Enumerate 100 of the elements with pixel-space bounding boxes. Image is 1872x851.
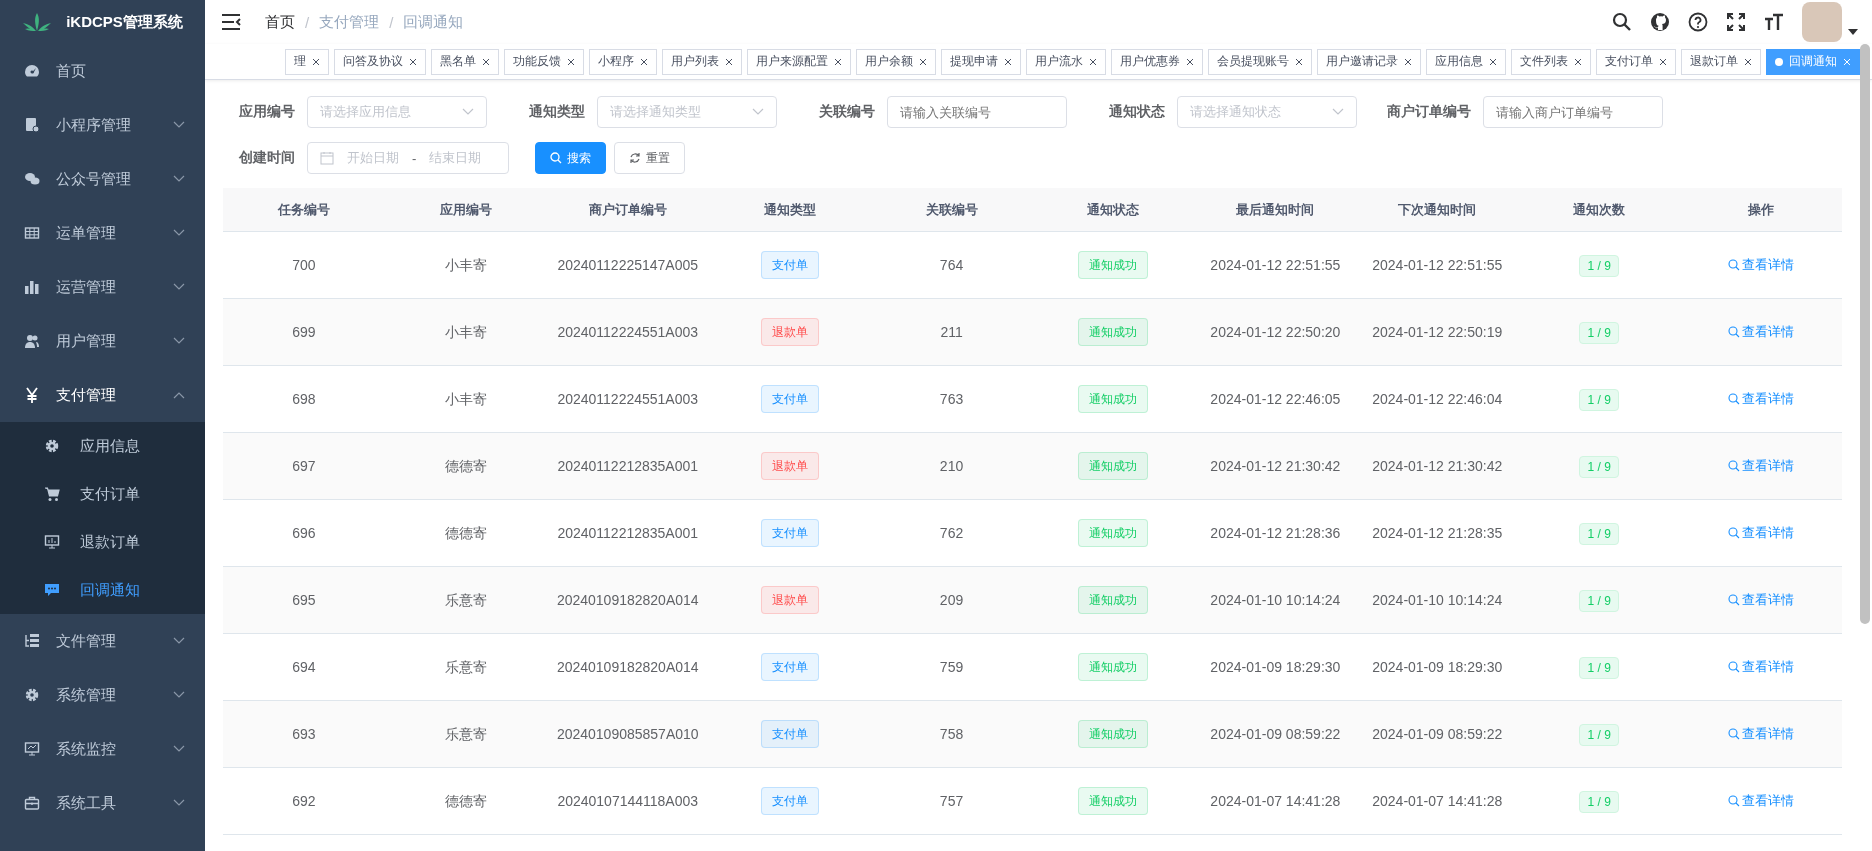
chevron-up-icon	[173, 391, 185, 399]
tree-list-icon	[24, 633, 40, 649]
sidebar-item[interactable]: 系统工具	[0, 776, 205, 830]
tab[interactable]: 提现申请	[941, 48, 1021, 75]
sidebar-item[interactable]: 首页	[0, 44, 205, 98]
table-cell-text: 2024-01-09 18:29:30	[1209, 658, 1342, 677]
type-tag: 退款单	[760, 452, 819, 480]
sidebar-item[interactable]: 运单管理	[0, 206, 205, 260]
status-tag: 通知成功	[1078, 787, 1149, 815]
sidebar-item[interactable]: 小程序管理	[0, 98, 205, 152]
submenu-item[interactable]: 应用信息	[0, 422, 205, 470]
field-label: 通知状态	[1108, 103, 1166, 121]
close-icon	[1404, 57, 1412, 66]
table-cell-text: 692	[291, 792, 317, 811]
tab[interactable]: 用户来源配置	[747, 48, 851, 75]
table-cell-text: 2024-01-09 08:59:22	[1371, 725, 1504, 744]
app-title: iKDCPS管理系统	[66, 12, 183, 32]
table-cell-text: 758	[938, 725, 965, 744]
sidebar-item[interactable]: 用户管理	[0, 314, 205, 368]
date-range-field[interactable]: 开始日期 - 结束日期	[307, 142, 509, 174]
close-icon	[1843, 57, 1851, 66]
close-icon	[1295, 57, 1303, 66]
message-icon	[44, 582, 60, 598]
tab[interactable]: 功能反馈	[504, 48, 584, 75]
sidebar-item[interactable]: 支付管理	[0, 368, 205, 422]
submenu-item[interactable]: 回调通知	[0, 566, 205, 614]
column-header: 下次通知时间	[1397, 200, 1478, 219]
tab[interactable]: 问答及协议	[334, 48, 426, 75]
cart-icon	[44, 486, 60, 502]
field-label: 应用编号	[238, 103, 296, 121]
column-header: 应用编号	[438, 200, 493, 219]
yen-icon	[24, 387, 40, 403]
table-cell-text: 德德寄	[443, 457, 488, 476]
tab[interactable]: 文件列表	[1511, 48, 1591, 75]
table-cell-text: 2024-01-09 18:29:30	[1371, 658, 1504, 677]
view-details-link[interactable]: 查看详情	[1728, 788, 1795, 813]
tab[interactable]: 会员提现账号	[1208, 48, 1312, 75]
tab[interactable]: 小程序	[589, 48, 657, 75]
table-cell-text: 20240112224551A003	[556, 390, 700, 409]
sidebar-item[interactable]: 系统管理	[0, 668, 205, 722]
chevron-down-icon	[1332, 108, 1344, 116]
sidebar-item[interactable]: 文件管理	[0, 614, 205, 668]
type-tag: 支付单	[760, 519, 819, 547]
status-tag: 通知成功	[1078, 586, 1149, 614]
tab[interactable]: 用户优惠券	[1111, 48, 1203, 75]
search-icon	[550, 152, 562, 164]
input-field[interactable]: 请输入关联编号	[887, 96, 1067, 128]
table-cell-text: 763	[938, 390, 965, 409]
tab[interactable]: 应用信息	[1426, 48, 1506, 75]
table-cell-text: 211	[939, 323, 964, 342]
view-details-link[interactable]: 查看详情	[1728, 386, 1795, 411]
sidebar-item[interactable]: 运营管理	[0, 260, 205, 314]
status-tag: 通知成功	[1078, 519, 1149, 547]
tab[interactable]: 用户邀请记录	[1317, 48, 1421, 75]
chevron-down-icon	[173, 121, 185, 129]
close-icon	[1186, 57, 1194, 66]
reset-button[interactable]: 重置	[614, 142, 685, 174]
table-cell-text: 762	[938, 524, 965, 543]
search-icon	[1728, 258, 1741, 271]
input-field[interactable]: 请输入商户订单编号	[1483, 96, 1663, 128]
table-cell-text: 20240109085857A010	[555, 725, 700, 744]
field-label: 通知类型	[528, 103, 586, 121]
avatar-image[interactable]	[1802, 2, 1842, 42]
count-tag: 1 / 9	[1579, 791, 1619, 813]
table-cell-text: 698	[291, 390, 317, 409]
close-icon	[640, 57, 648, 66]
table-cell-text: 小丰寄	[443, 323, 488, 342]
caret-icon	[1848, 29, 1858, 35]
search-icon	[1728, 794, 1741, 807]
breadcrumb-item[interactable]: 首页	[265, 12, 295, 32]
view-details-link[interactable]: 查看详情	[1728, 520, 1795, 545]
help-icon	[1688, 12, 1708, 32]
monitor-icon	[24, 741, 40, 757]
table-cell-text: 20240112225147A005	[556, 256, 700, 275]
scrollbar[interactable]	[1860, 44, 1870, 624]
table-cell-text: 乐意寄	[443, 725, 488, 744]
table-cell-text: 699	[291, 323, 317, 342]
tab[interactable]: 用户余额	[856, 48, 936, 75]
search-icon	[1612, 12, 1632, 32]
submenu-item[interactable]: 退款订单	[0, 518, 205, 566]
type-tag: 支付单	[760, 251, 819, 279]
tab[interactable]: 理	[285, 48, 329, 75]
sidebar-item[interactable]: 系统监控	[0, 722, 205, 776]
tab[interactable]: 用户流水	[1026, 48, 1106, 75]
table-cell-text: 2024-01-12 21:28:36	[1209, 524, 1342, 543]
view-details-link[interactable]: 查看详情	[1728, 654, 1795, 679]
view-details-link[interactable]: 查看详情	[1728, 252, 1795, 277]
type-tag: 支付单	[760, 787, 819, 815]
sidebar-item[interactable]: 公众号管理	[0, 152, 205, 206]
tab[interactable]: 用户列表	[662, 48, 742, 75]
tab[interactable]: 支付订单	[1596, 48, 1676, 75]
table-cell-text: 697	[291, 457, 317, 476]
search-icon	[1728, 593, 1741, 606]
submenu-item[interactable]: 支付订单	[0, 470, 205, 518]
close-icon	[1004, 57, 1012, 66]
chevron-down-icon	[173, 283, 185, 291]
status-tag: 通知成功	[1078, 385, 1149, 413]
tab[interactable]: 退款订单	[1681, 48, 1761, 75]
table-cell-text: 209	[938, 591, 965, 610]
tab[interactable]: 黑名单	[431, 48, 499, 75]
